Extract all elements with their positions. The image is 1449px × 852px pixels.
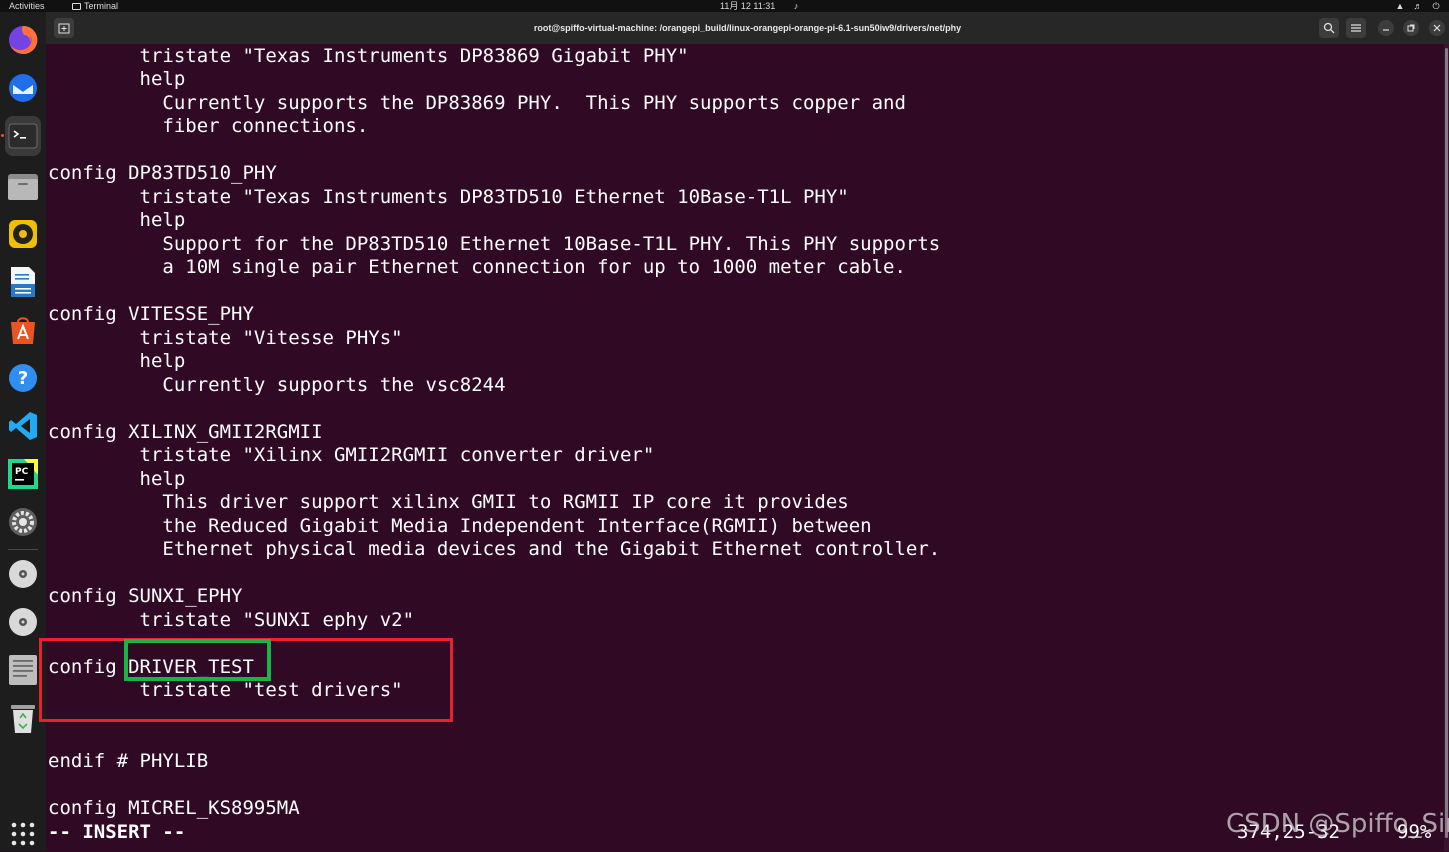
editor-line[interactable]: Currently supports the DP83869 PHY. This… <box>48 92 906 115</box>
disc-icon <box>9 560 37 588</box>
dock-show-apps[interactable] <box>5 816 41 852</box>
restore-button[interactable] <box>1403 20 1419 36</box>
top-bar: Activities Terminal 11月 12 11:31 ♪ ▲ ♬ ⏻ <box>0 0 1449 12</box>
close-icon <box>1433 24 1441 32</box>
search-icon <box>1323 22 1335 34</box>
firefox-icon <box>9 25 38 54</box>
notification-bell-icon[interactable]: ♪ <box>791 1 801 11</box>
editor-line[interactable]: tristate "Texas Instruments DP83TD510 Et… <box>48 186 849 209</box>
editor-line[interactable]: help <box>48 209 186 232</box>
dock-pycharm[interactable]: PC <box>5 456 41 492</box>
csdn-watermark: CSDN @Spiffo_Sir <box>1226 809 1449 839</box>
hamburger-menu-icon <box>1351 24 1361 32</box>
show-apps-icon <box>11 822 35 846</box>
editor-line[interactable]: help <box>48 350 186 373</box>
highlight-box-driver-test <box>124 639 271 681</box>
dock-trash[interactable] <box>5 700 41 736</box>
search-button[interactable] <box>1319 18 1339 38</box>
editor-line[interactable]: tristate "Xilinx GMII2RGMII converter dr… <box>48 444 655 467</box>
app-name-label: Terminal <box>84 1 119 11</box>
terminal-titlebar[interactable]: root@spiffo-virtual-machine: /orangepi_b… <box>46 12 1449 44</box>
power-icon[interactable]: ⏻ <box>1431 1 1441 11</box>
app-menu[interactable]: Terminal <box>72 0 118 12</box>
editor-line[interactable]: tristate "Vitesse PHYs" <box>48 327 403 350</box>
editor-line[interactable]: help <box>48 468 186 491</box>
dock-app-center[interactable] <box>5 312 41 348</box>
editor-line[interactable]: fiber connections. <box>48 115 368 138</box>
dock-settings[interactable] <box>5 504 41 540</box>
menu-button[interactable] <box>1346 18 1366 38</box>
dock-writer[interactable] <box>5 264 41 300</box>
dock-terminal[interactable] <box>5 116 41 156</box>
editor-line[interactable]: Ethernet physical media devices and the … <box>48 538 940 561</box>
running-indicator <box>1 134 4 137</box>
minimize-icon <box>1383 29 1389 31</box>
terminal-icon <box>8 123 38 149</box>
editor-line[interactable]: the Reduced Gigabit Media Independent In… <box>48 515 871 538</box>
activities-button[interactable]: Activities <box>9 0 45 12</box>
vscode-icon <box>9 412 37 440</box>
dock-firefox[interactable] <box>5 22 41 58</box>
dock-rhythmbox[interactable] <box>5 216 41 252</box>
editor-line[interactable]: config SUNXI_EPHY <box>48 585 242 608</box>
editor-line[interactable]: a 10M single pair Ethernet connection fo… <box>48 256 906 279</box>
editor-line[interactable]: config XILINX_GMII2RGMII <box>48 421 323 444</box>
dock-disc-2[interactable] <box>5 604 41 640</box>
editor-line[interactable]: config MICREL_KS8995MA <box>48 797 300 820</box>
terminal-small-icon <box>72 3 81 10</box>
editor-line[interactable]: tristate "SUNXI ephy v2" <box>48 609 415 632</box>
dock-text-editor[interactable] <box>5 652 41 688</box>
clock[interactable]: 11月 12 11:31 <box>720 0 775 12</box>
editor-line[interactable]: tristate "Texas Instruments DP83869 Giga… <box>48 45 689 68</box>
terminal-scrollbar[interactable] <box>1444 44 1449 851</box>
trash-icon <box>11 705 35 733</box>
editor-line[interactable]: help <box>48 68 186 91</box>
pycharm-icon: PC <box>8 459 38 489</box>
window-title: root@spiffo-virtual-machine: /orangepi_b… <box>533 23 962 33</box>
close-button[interactable] <box>1429 20 1445 36</box>
dock: ? PC <box>0 12 46 851</box>
svg-text:?: ? <box>18 368 28 389</box>
scrollbar-thumb[interactable] <box>1445 48 1448 838</box>
text-editor-icon <box>9 655 37 685</box>
app-center-icon <box>11 317 35 344</box>
editor-line[interactable]: config VITESSE_PHY <box>48 303 254 326</box>
editor-line[interactable]: This driver support xilinx GMII to RGMII… <box>48 491 848 514</box>
minimize-button[interactable] <box>1378 20 1394 36</box>
writer-icon <box>11 267 35 297</box>
editor-line[interactable]: endif # PHYLIB <box>48 750 208 773</box>
dock-vscode[interactable] <box>5 408 41 444</box>
dock-thunderbird[interactable] <box>5 70 41 106</box>
dock-separator <box>8 549 38 550</box>
editor-line[interactable]: config DP83TD510_PHY <box>48 162 277 185</box>
editor-line[interactable]: Support for the DP83TD510 Ethernet 10Bas… <box>48 233 940 256</box>
network-icon[interactable]: ▲ <box>1395 1 1405 11</box>
editor-line[interactable]: Currently supports the vsc8244 <box>48 374 505 397</box>
settings-icon <box>9 508 37 536</box>
dock-files[interactable] <box>5 168 41 204</box>
disc-icon-2 <box>9 608 37 636</box>
dock-help[interactable]: ? <box>5 360 41 396</box>
files-icon <box>8 174 38 200</box>
svg-text:PC: PC <box>15 467 29 477</box>
rhythmbox-icon <box>9 220 37 248</box>
thunderbird-icon <box>9 74 37 102</box>
help-icon: ? <box>9 364 37 392</box>
dock-disc[interactable] <box>5 556 41 592</box>
vim-mode-indicator: -- INSERT -- <box>48 821 186 843</box>
restore-icon <box>1407 24 1415 32</box>
volume-icon[interactable]: ♬ <box>1413 1 1423 11</box>
